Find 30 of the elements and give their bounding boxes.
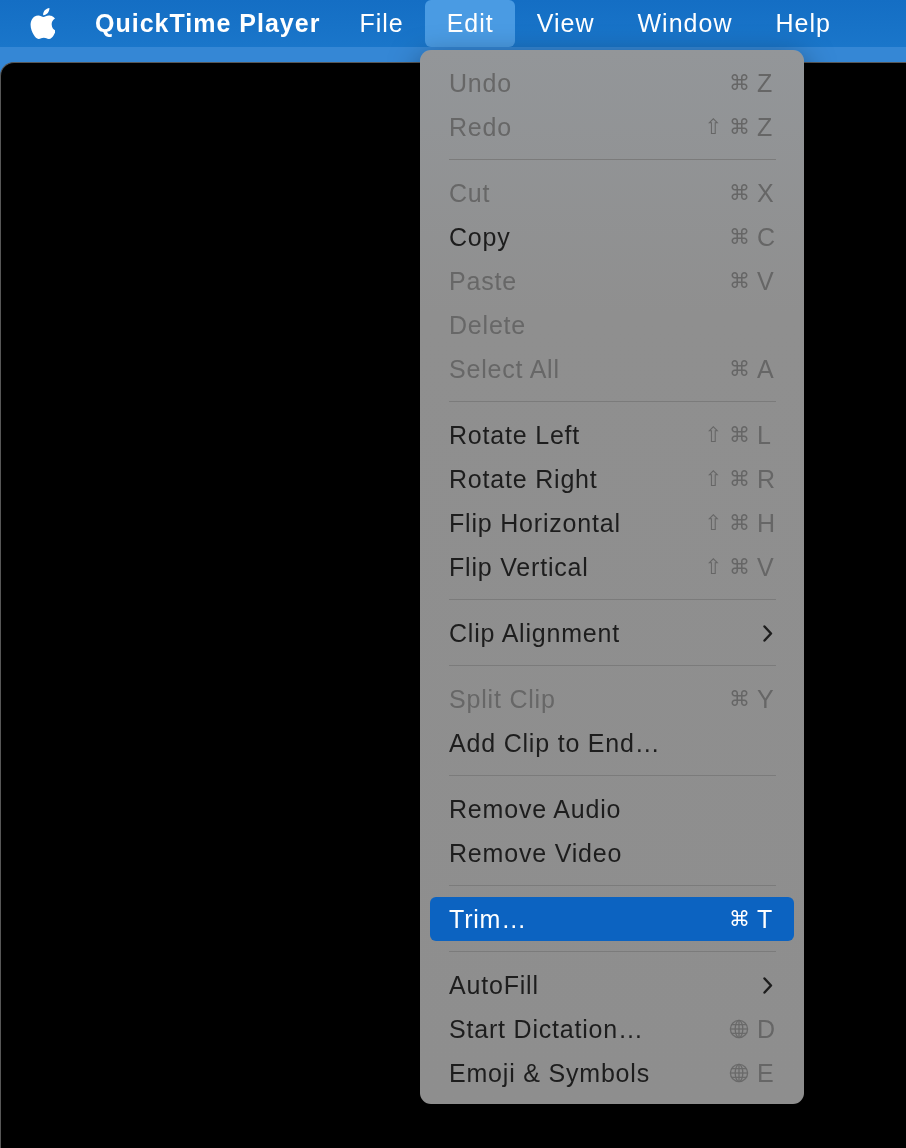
chevron-right-icon (763, 976, 773, 994)
shortcut-symbols: ⇧ ⌘ (704, 115, 750, 139)
shortcut-symbols: ⌘ (729, 907, 750, 931)
shortcut-symbols: ⇧ ⌘ (704, 511, 750, 535)
shortcut-symbols: ⌘ (729, 269, 750, 293)
menu-item[interactable]: Clip Alignment (430, 611, 794, 655)
app-menu-button[interactable]: QuickTime Player (75, 0, 338, 47)
chevron-right-icon (763, 624, 773, 642)
menu-item[interactable]: Remove Audio (430, 787, 794, 831)
shortcut-symbols: ⌘ (729, 181, 750, 205)
menu-item[interactable]: AutoFill (430, 963, 794, 1007)
menu-bar-item[interactable]: View (514, 0, 616, 47)
menu-item[interactable]: Add Clip to End… (430, 721, 794, 765)
shortcut-symbols: ⇧ ⌘ (704, 467, 750, 491)
menu-bar-item[interactable]: Edit (424, 0, 515, 47)
shortcut-symbols: ⇧ ⌘ (704, 555, 750, 579)
shortcut-key: T (757, 904, 777, 934)
menu-bar-item[interactable]: File (337, 0, 425, 47)
shortcut-symbols: ⇧ ⌘ (704, 423, 750, 447)
shortcut-symbols: ⌘ (729, 225, 750, 249)
menu-item[interactable]: Remove Video (430, 831, 794, 875)
shortcut-symbols: ⌘ (729, 357, 750, 381)
shortcut-symbols: ⌘ (729, 687, 750, 711)
apple-icon (30, 8, 55, 39)
menu-bar-item[interactable]: Help (753, 0, 852, 47)
globe-icon (729, 1019, 749, 1039)
menu-item[interactable]: Trim… ⌘ T (430, 897, 794, 941)
globe-icon (729, 1063, 749, 1083)
menu-bar-item[interactable]: Window (615, 0, 754, 47)
shortcut-symbols: ⌘ (729, 71, 750, 95)
